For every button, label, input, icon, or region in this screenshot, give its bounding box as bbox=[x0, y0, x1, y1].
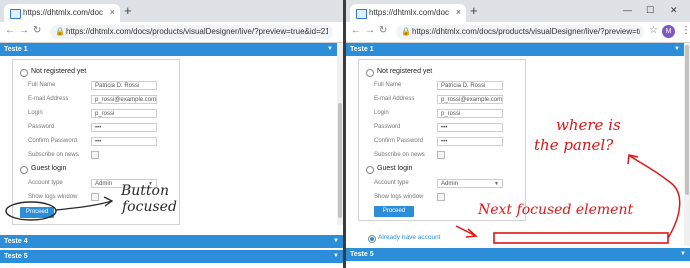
address-bar: ← → ↻ 🔒 https://dhtmlx.com/docs/products… bbox=[0, 22, 343, 43]
site-favicon-icon bbox=[356, 9, 367, 19]
reload-icon[interactable]: ↻ bbox=[379, 25, 387, 36]
tab-close-icon[interactable]: × bbox=[110, 7, 115, 17]
annotation-red-drawing bbox=[455, 154, 681, 244]
url-text: https://dhtmlx.com/docs/products/visualD… bbox=[412, 27, 640, 36]
page-content: Teste 1 ▼ Not registered yet Full Name P… bbox=[346, 43, 690, 268]
tab-title: https://dhtmlx.com/docs/produc bbox=[23, 8, 103, 17]
bookmark-star-icon[interactable]: ☆ bbox=[649, 25, 658, 36]
maximize-button[interactable]: ☐ bbox=[646, 5, 654, 16]
page-content: Teste 1 ▼ Not registered yet Full Name P… bbox=[0, 43, 343, 268]
browser-window-left: https://dhtmlx.com/docs/produc × + ← → ↻… bbox=[0, 0, 343, 268]
tab-strip: https://dhtmlx.com/docs/produc × + — ☐ ✕ bbox=[346, 0, 690, 22]
browser-window-right: https://dhtmlx.com/docs/produc × + — ☐ ✕… bbox=[346, 0, 690, 268]
annotation-button: Button bbox=[121, 183, 170, 199]
site-favicon-icon bbox=[10, 9, 21, 19]
new-tab-button[interactable]: + bbox=[124, 3, 132, 18]
annotation-next-focused: Next focused element bbox=[478, 202, 634, 218]
annotation-focused: focused bbox=[122, 199, 177, 215]
address-bar: ← → ↻ 🔒 https://dhtmlx.com/docs/products… bbox=[346, 22, 690, 43]
back-icon[interactable]: ← bbox=[5, 25, 15, 36]
close-window-button[interactable]: ✕ bbox=[670, 5, 678, 16]
tab-close-icon[interactable]: × bbox=[456, 7, 461, 17]
forward-icon[interactable]: → bbox=[19, 25, 29, 36]
tab-strip: https://dhtmlx.com/docs/produc × + bbox=[0, 0, 343, 22]
url-text: https://dhtmlx.com/docs/products/visualD… bbox=[66, 27, 328, 36]
annotation-focus-drawing bbox=[5, 196, 114, 221]
minimize-button[interactable]: — bbox=[623, 5, 632, 15]
forward-icon[interactable]: → bbox=[365, 25, 375, 36]
browser-tab[interactable]: https://dhtmlx.com/docs/produc × bbox=[4, 4, 120, 22]
profile-avatar[interactable]: M bbox=[662, 25, 675, 38]
reload-icon[interactable]: ↻ bbox=[33, 25, 41, 36]
browser-tab[interactable]: https://dhtmlx.com/docs/produc × bbox=[350, 4, 466, 22]
lock-icon: 🔒 bbox=[55, 27, 65, 36]
annotation-the-panel: the panel? bbox=[534, 136, 614, 154]
tab-title: https://dhtmlx.com/docs/produc bbox=[369, 8, 449, 17]
lock-icon: 🔒 bbox=[401, 27, 411, 36]
browser-menu-icon[interactable]: ⋮ bbox=[681, 25, 690, 36]
annotation-where-is: where is bbox=[556, 116, 621, 134]
new-tab-button[interactable]: + bbox=[470, 3, 478, 18]
url-field[interactable]: 🔒 https://dhtmlx.com/docs/products/visua… bbox=[396, 25, 644, 39]
back-icon[interactable]: ← bbox=[351, 25, 361, 36]
url-field[interactable]: 🔒 https://dhtmlx.com/docs/products/visua… bbox=[50, 25, 333, 39]
